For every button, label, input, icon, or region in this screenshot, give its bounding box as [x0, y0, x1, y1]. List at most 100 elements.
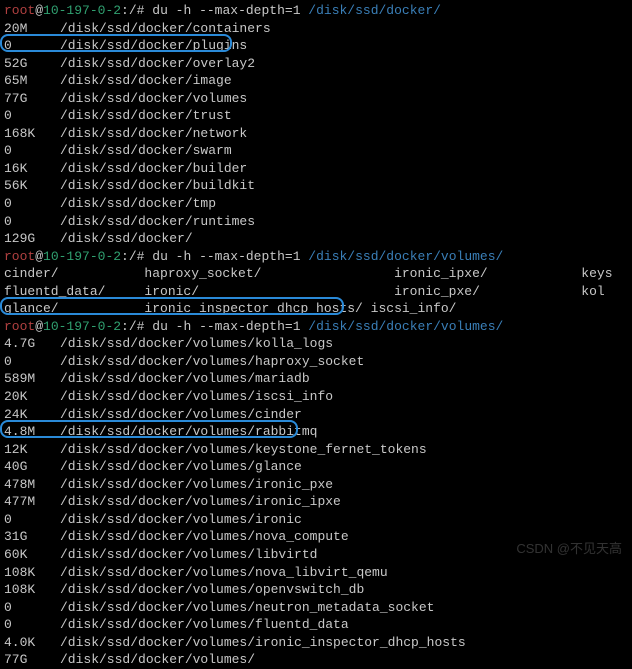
- du-path: /disk/ssd/docker/volumes/mariadb: [60, 371, 310, 386]
- du-path: /disk/ssd/docker/volumes/nova_compute: [60, 529, 349, 544]
- du-size: 12K: [4, 441, 60, 459]
- du-row: 4.7G/disk/ssd/docker/volumes/kolla_logs: [4, 335, 628, 353]
- du-row: 77G/disk/ssd/docker/volumes/: [4, 651, 628, 669]
- du-path: /disk/ssd/docker/volumes/rabbitmq: [60, 424, 317, 439]
- du-path: /disk/ssd/docker/volumes/openvswitch_db: [60, 582, 364, 597]
- du-row: 20K/disk/ssd/docker/volumes/iscsi_info: [4, 388, 628, 406]
- cmd-path: /disk/ssd/docker/volumes/: [308, 319, 503, 334]
- prompt-at: @: [35, 3, 43, 18]
- prompt-line-1[interactable]: root@10-197-0-2:/# du -h --max-depth=1 /…: [4, 2, 628, 20]
- du-size: 77G: [4, 651, 60, 669]
- du-size: 0: [4, 107, 60, 125]
- du-row: 0/disk/ssd/docker/swarm: [4, 142, 628, 160]
- du-size: 477M: [4, 493, 60, 511]
- du-size: 20M: [4, 20, 60, 38]
- du-row: 0/disk/ssd/docker/runtimes: [4, 213, 628, 231]
- prompt-at: @: [35, 249, 43, 264]
- prompt-user: root: [4, 319, 35, 334]
- du-size: 0: [4, 616, 60, 634]
- du-row: 0/disk/ssd/docker/volumes/ironic: [4, 511, 628, 529]
- du-path: /disk/ssd/docker/tmp: [60, 196, 216, 211]
- du-row: 52G/disk/ssd/docker/overlay2: [4, 55, 628, 73]
- du-path: /disk/ssd/docker/volumes/libvirtd: [60, 547, 317, 562]
- du-size: 0: [4, 195, 60, 213]
- tab-completion-listing: cinder/ haproxy_socket/ ironic_ipxe/ key…: [4, 265, 628, 318]
- du-row: 4.8M/disk/ssd/docker/volumes/rabbitmq: [4, 423, 628, 441]
- du-path: /disk/ssd/docker/containers: [60, 21, 271, 36]
- du-size: 65M: [4, 72, 60, 90]
- du-path: /disk/ssd/docker/volumes/kolla_logs: [60, 336, 333, 351]
- du-size: 56K: [4, 177, 60, 195]
- du-size: 0: [4, 599, 60, 617]
- du-row: 0/disk/ssd/docker/trust: [4, 107, 628, 125]
- prompt-host: 10-197-0-2: [43, 3, 121, 18]
- du-row: 108K/disk/ssd/docker/volumes/openvswitch…: [4, 581, 628, 599]
- du-path: /disk/ssd/docker/volumes/fluentd_data: [60, 617, 349, 632]
- du-path: /disk/ssd/docker/volumes/glance: [60, 459, 302, 474]
- du-size: 16K: [4, 160, 60, 178]
- du-row: 24K/disk/ssd/docker/volumes/cinder: [4, 406, 628, 424]
- prompt-sep: :/#: [121, 319, 152, 334]
- du-path: /disk/ssd/docker/volumes/: [60, 652, 255, 667]
- du-path: /disk/ssd/docker/builder: [60, 161, 247, 176]
- du-size: 20K: [4, 388, 60, 406]
- du-size: 4.0K: [4, 634, 60, 652]
- cmd-path: /disk/ssd/docker/: [308, 3, 441, 18]
- prompt-host: 10-197-0-2: [43, 319, 121, 334]
- du-size: 31G: [4, 528, 60, 546]
- completion-row: glance/ ironic_inspector_dhcp_hosts/ isc…: [4, 300, 628, 318]
- du-path: /disk/ssd/docker/buildkit: [60, 178, 255, 193]
- du-row: 40G/disk/ssd/docker/volumes/glance: [4, 458, 628, 476]
- du-row: 0/disk/ssd/docker/volumes/haproxy_socket: [4, 353, 628, 371]
- prompt-sep: :/#: [121, 249, 152, 264]
- prompt-user: root: [4, 249, 35, 264]
- cmd-path: /disk/ssd/docker/volumes/: [308, 249, 503, 264]
- du-row: 589M/disk/ssd/docker/volumes/mariadb: [4, 370, 628, 388]
- du-row: 0/disk/ssd/docker/volumes/neutron_metada…: [4, 599, 628, 617]
- du-size: 478M: [4, 476, 60, 494]
- du-path: /disk/ssd/docker/volumes/ironic_pxe: [60, 477, 333, 492]
- du-output-1: 20M/disk/ssd/docker/containers0/disk/ssd…: [4, 20, 628, 248]
- du-size: 60K: [4, 546, 60, 564]
- du-path: /disk/ssd/docker/: [60, 231, 193, 246]
- du-row: 108K/disk/ssd/docker/volumes/nova_libvir…: [4, 564, 628, 582]
- du-size: 0: [4, 37, 60, 55]
- du-size: 0: [4, 213, 60, 231]
- du-row: 0/disk/ssd/docker/tmp: [4, 195, 628, 213]
- du-row: 16K/disk/ssd/docker/builder: [4, 160, 628, 178]
- du-size: 168K: [4, 125, 60, 143]
- du-row: 168K/disk/ssd/docker/network: [4, 125, 628, 143]
- prompt-at: @: [35, 319, 43, 334]
- du-row: 0/disk/ssd/docker/volumes/fluentd_data: [4, 616, 628, 634]
- du-path: /disk/ssd/docker/network: [60, 126, 247, 141]
- du-size: 40G: [4, 458, 60, 476]
- du-path: /disk/ssd/docker/volumes/haproxy_socket: [60, 354, 364, 369]
- prompt-line-2[interactable]: root@10-197-0-2:/# du -h --max-depth=1 /…: [4, 248, 628, 266]
- cmd-text: du -h --max-depth=1: [152, 319, 308, 334]
- du-row: 20M/disk/ssd/docker/containers: [4, 20, 628, 38]
- du-path: /disk/ssd/docker/volumes: [60, 91, 247, 106]
- du-path: /disk/ssd/docker/image: [60, 73, 232, 88]
- cmd-text: du -h --max-depth=1: [152, 3, 308, 18]
- du-path: /disk/ssd/docker/volumes/neutron_metadat…: [60, 600, 434, 615]
- du-size: 108K: [4, 564, 60, 582]
- du-path: /disk/ssd/docker/volumes/keystone_fernet…: [60, 442, 427, 457]
- prompt-sep: :/#: [121, 3, 152, 18]
- du-size: 589M: [4, 370, 60, 388]
- du-size: 77G: [4, 90, 60, 108]
- du-size: 129G: [4, 230, 60, 248]
- prompt-user: root: [4, 3, 35, 18]
- prompt-line-3[interactable]: root@10-197-0-2:/# du -h --max-depth=1 /…: [4, 318, 628, 336]
- du-size: 0: [4, 353, 60, 371]
- du-path: /disk/ssd/docker/volumes/ironic: [60, 512, 302, 527]
- du-row: 478M/disk/ssd/docker/volumes/ironic_pxe: [4, 476, 628, 494]
- completion-row: cinder/ haproxy_socket/ ironic_ipxe/ key…: [4, 265, 628, 283]
- prompt-host: 10-197-0-2: [43, 249, 121, 264]
- du-size: 0: [4, 511, 60, 529]
- du-size: 24K: [4, 406, 60, 424]
- du-path: /disk/ssd/docker/swarm: [60, 143, 232, 158]
- du-path: /disk/ssd/docker/volumes/cinder: [60, 407, 302, 422]
- du-path: /disk/ssd/docker/runtimes: [60, 214, 255, 229]
- du-path: /disk/ssd/docker/volumes/nova_libvirt_qe…: [60, 565, 388, 580]
- du-row: 56K/disk/ssd/docker/buildkit: [4, 177, 628, 195]
